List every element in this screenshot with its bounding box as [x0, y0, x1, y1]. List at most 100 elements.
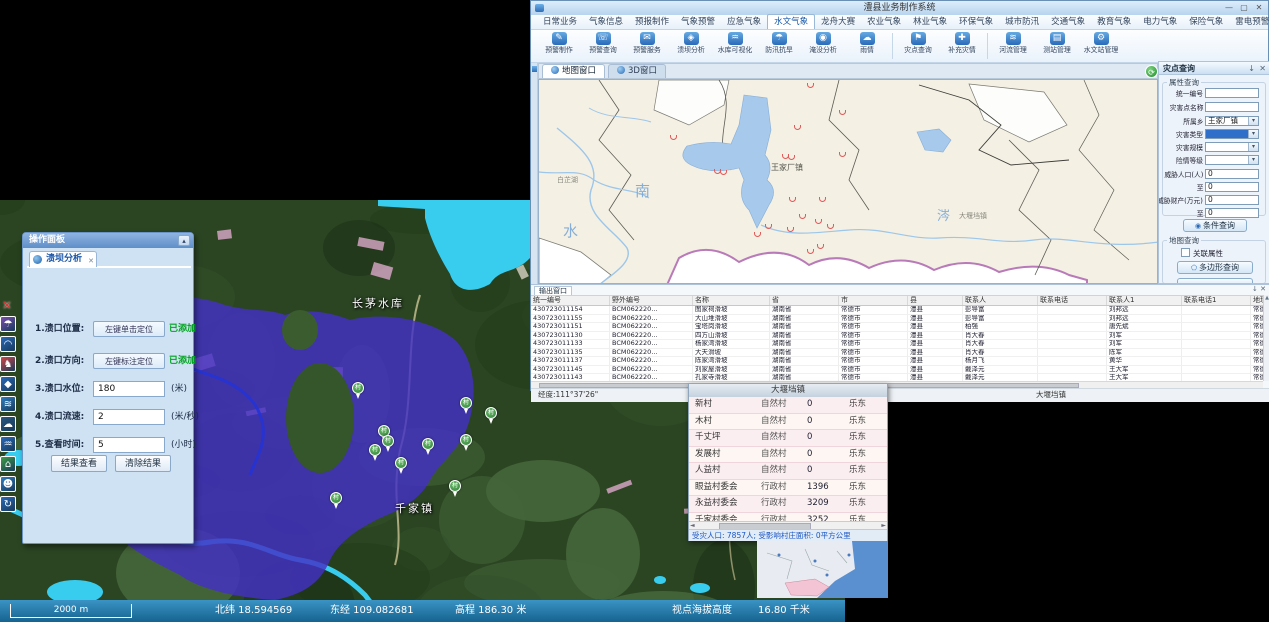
column-header[interactable]: 省	[770, 296, 839, 306]
toolbar-button-7[interactable]: ◉淹没分析	[801, 31, 845, 61]
chevron-down-icon[interactable]: ▾	[1248, 130, 1258, 138]
input-2[interactable]	[1205, 102, 1259, 112]
village-row[interactable]: 木村自然村0乐东	[689, 414, 887, 431]
tool-rainbow-icon[interactable]: ◠	[0, 336, 16, 352]
ribbon-tab-15[interactable]: 保险气象	[1183, 15, 1229, 29]
condition-query-button[interactable]: ◉条件查询	[1183, 219, 1247, 232]
op-value-input[interactable]: 5	[93, 437, 165, 453]
column-header[interactable]: 名称	[693, 296, 770, 306]
column-header[interactable]: 联系人1	[1107, 296, 1182, 306]
table-row[interactable]: 430723011135BCM062220…大天滑坡湖南省常德市澧县肖大春陈军常…	[531, 348, 1263, 357]
village-table[interactable]: 新村自然村0乐东木村自然村0乐东千丈坪自然村0乐东发展村自然村0乐东人益村自然村…	[689, 397, 887, 529]
toolbar-button-12[interactable]: ▤测站管理	[1035, 31, 1079, 61]
toolbar-button-2[interactable]: ☏预警查询	[581, 31, 625, 61]
village-panel-title[interactable]: 大堰垱镇	[689, 384, 887, 398]
toolbar-button-13[interactable]: ⚙水文站管理	[1079, 31, 1123, 61]
column-header[interactable]: 统一编号	[531, 296, 610, 306]
ribbon-tab-12[interactable]: 交通气象	[1045, 15, 1091, 29]
toolbar-button-3[interactable]: ✉预警服务	[625, 31, 669, 61]
tab-dam-break-analysis[interactable]: 溃坝分析 ✕	[29, 251, 97, 267]
input-1[interactable]	[1205, 88, 1259, 98]
op-value-input[interactable]: 2	[93, 409, 165, 425]
clear-result-button[interactable]: 清除结果	[115, 455, 171, 472]
vector-map[interactable]: 白芷湖 南 水 王家厂镇 涔 大堰垱镇	[538, 79, 1158, 284]
ribbon-tab-1[interactable]: 日常业务	[537, 15, 583, 29]
village-map-pin[interactable]: 村	[422, 438, 435, 451]
village-row[interactable]: 人益村自然村0乐东	[689, 463, 887, 480]
locate-button[interactable]: 左键单击定位	[93, 321, 165, 337]
refresh-button[interactable]: ⟳	[1145, 65, 1158, 78]
village-map-pin[interactable]: 村	[395, 457, 408, 470]
pin-icon[interactable]: ↓	[1248, 62, 1255, 75]
locate-button[interactable]: 左键标注定位	[93, 353, 165, 369]
ribbon-tab-8[interactable]: 农业气象	[861, 15, 907, 29]
table-row[interactable]: 430723011155BCM062220…大山堆滑坡湖南省常德市澧县彭导富刘邦…	[531, 314, 1263, 323]
app-titlebar[interactable]: 澧县业务制作系统 — ▢ ✕	[531, 1, 1268, 16]
toolbar-button-8[interactable]: ☁雨情	[845, 31, 889, 61]
close-icon[interactable]: ✕	[1259, 62, 1266, 75]
ribbon-tab-4[interactable]: 气象预警	[675, 15, 721, 29]
operation-panel-titlebar[interactable]: 操作面板	[23, 233, 193, 248]
chevron-down-icon[interactable]: ▾	[1248, 143, 1258, 151]
horizontal-scrollbar[interactable]: ◄►	[689, 521, 887, 529]
dropdown-4[interactable]: ▾	[1205, 129, 1259, 139]
toolbar-button-5[interactable]: ♒水库可视化	[713, 31, 757, 61]
checkbox-box[interactable]	[1181, 248, 1190, 257]
tool-swim-icon[interactable]: ☂	[0, 316, 16, 332]
input-9[interactable]: 0	[1205, 195, 1259, 205]
ribbon-tab-14[interactable]: 电力气象	[1137, 15, 1183, 29]
maximize-button[interactable]: ▢	[1237, 2, 1251, 13]
village-row[interactable]: 永益村委会行政村3209乐东	[689, 496, 887, 513]
op-value-input[interactable]: 180	[93, 381, 165, 397]
toolbar-button-11[interactable]: ≋河流管理	[991, 31, 1035, 61]
chevron-down-icon[interactable]: ▾	[1248, 117, 1258, 125]
view-result-button[interactable]: 结果查看	[51, 455, 107, 472]
toolbar-button-9[interactable]: ⚑灾点查询	[896, 31, 940, 61]
table-row[interactable]: 430723011137BCM062220…陈家湾滑坡湖南省常德市澧县杨月飞黄华…	[531, 357, 1263, 366]
table-row[interactable]: 430723011154BCM062220…图家祠滑坡湖南省常德市澧县彭导富刘邦…	[531, 306, 1263, 315]
link-attribute-checkbox[interactable]: 关联属性	[1181, 248, 1223, 259]
collapsed-panel-strip[interactable]	[531, 63, 538, 284]
tool-contact-icon[interactable]: ☻	[0, 476, 16, 492]
ribbon-tab-2[interactable]: 气象信息	[583, 15, 629, 29]
ribbon-tab-10[interactable]: 环保气象	[953, 15, 999, 29]
tool-bird-icon[interactable]: ♞	[0, 356, 16, 372]
ribbon-tab-13[interactable]: 教育气象	[1091, 15, 1137, 29]
tool-home-icon[interactable]: ⌂	[0, 456, 16, 472]
pin-icon[interactable]: ↓	[1252, 285, 1258, 293]
input-10[interactable]: 0	[1205, 208, 1259, 218]
close-icon[interactable]: ✕	[0, 300, 14, 312]
column-header[interactable]: 地理位置	[1251, 296, 1264, 306]
ribbon-tab-16[interactable]: 雷电预警	[1229, 15, 1269, 29]
input-7[interactable]: 0	[1205, 169, 1259, 179]
ribbon-tab-6[interactable]: 水文气象	[767, 14, 815, 29]
column-header[interactable]: 市	[839, 296, 908, 306]
tab-close-icon[interactable]: ✕	[88, 254, 94, 268]
vertical-scrollbar[interactable]: ▲	[1263, 295, 1269, 381]
doc-tab-1[interactable]: 地图窗口	[542, 64, 605, 78]
village-map-pin[interactable]: 村	[352, 382, 365, 395]
toolbar-button-1[interactable]: ✎预警制作	[537, 31, 581, 61]
disaster-table-wrap[interactable]: 统一编号野外编号名称省市县联系人联系电话联系人1联系电话1地理位置发生时间年发生…	[531, 295, 1263, 382]
collapse-icon[interactable]: ▴	[178, 235, 190, 246]
village-map-pin[interactable]: 村	[449, 480, 462, 493]
column-header[interactable]: 联系电话1	[1182, 296, 1251, 306]
tool-compass-icon[interactable]: ↻	[0, 496, 16, 512]
close-icon[interactable]: ✕	[1260, 285, 1266, 293]
column-header[interactable]: 联系电话	[1038, 296, 1107, 306]
table-row[interactable]: 430723011133BCM062220…杨家湾滑坡湖南省常德市澧县肖大春刘军…	[531, 340, 1263, 349]
village-map-pin[interactable]: 村	[382, 435, 395, 448]
input-8[interactable]: 0	[1205, 182, 1259, 192]
ribbon-tab-9[interactable]: 林业气象	[907, 15, 953, 29]
village-map-pin[interactable]: 村	[485, 407, 498, 420]
tool-splash-icon[interactable]: ≋	[0, 396, 16, 412]
ribbon-tab-7[interactable]: 龙舟大赛	[815, 15, 861, 29]
toolbar-button-10[interactable]: ✚补充灾情	[940, 31, 984, 61]
village-row[interactable]: 新村自然村0乐东	[689, 397, 887, 414]
tool-waves-icon[interactable]: ♒	[0, 436, 16, 452]
village-map-pin[interactable]: 村	[460, 397, 473, 410]
village-map-pin[interactable]: 村	[330, 492, 343, 505]
village-map-pin[interactable]: 村	[460, 434, 473, 447]
chevron-down-icon[interactable]: ▾	[1248, 156, 1258, 164]
close-button[interactable]: ✕	[1252, 2, 1266, 13]
